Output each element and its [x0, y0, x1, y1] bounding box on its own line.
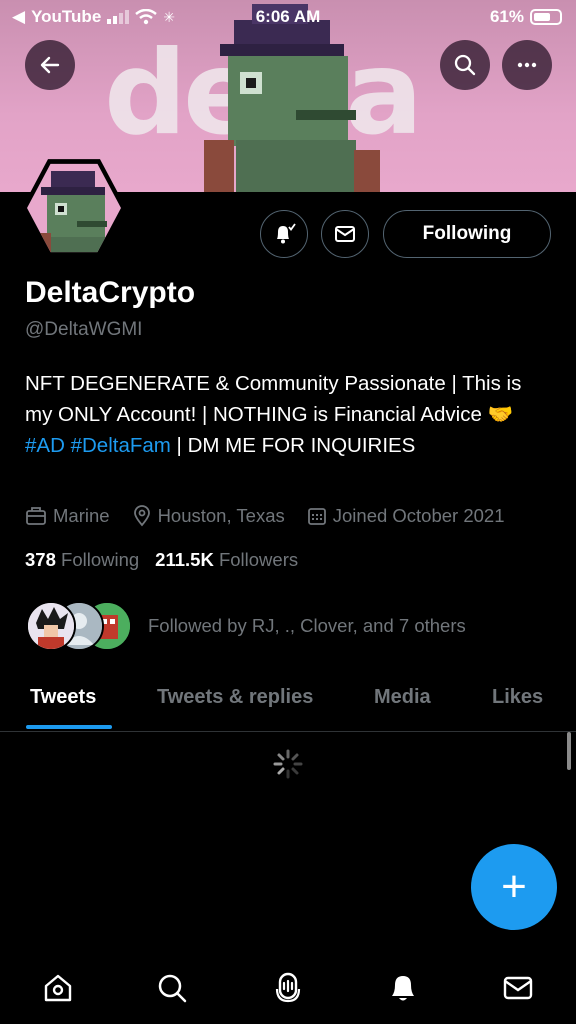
battery-icon — [530, 9, 562, 25]
tab-media[interactable]: Media — [374, 686, 431, 709]
bell-icon — [392, 976, 414, 1001]
envelope-icon — [503, 976, 533, 1000]
more-options-button[interactable] — [502, 40, 552, 90]
back-button[interactable] — [25, 40, 75, 90]
notifications-subscribe-button[interactable] — [260, 210, 308, 258]
search-icon — [158, 974, 187, 1003]
profile-meta: Marine Houston, Texas Joined October 202… — [25, 505, 527, 527]
compose-tweet-button[interactable]: + — [471, 844, 557, 930]
bell-check-icon — [277, 223, 296, 244]
loading-spinner-icon — [273, 749, 303, 779]
more-dots-icon — [517, 62, 537, 68]
avatar-image — [35, 171, 107, 253]
message-button[interactable] — [321, 210, 369, 258]
nav-search[interactable] — [154, 970, 190, 1006]
search-icon — [454, 54, 476, 76]
plus-icon: + — [501, 862, 527, 911]
following-count-link[interactable]: 378 Following — [25, 549, 139, 571]
followed-by-row[interactable]: Followed by RJ, ., Clover, and 7 others — [26, 601, 466, 651]
nav-home[interactable] — [40, 970, 76, 1006]
handle: @DeltaWGMI — [25, 319, 143, 340]
nav-spaces[interactable] — [270, 970, 306, 1006]
nav-messages[interactable] — [500, 970, 536, 1006]
tab-tweets-and-replies[interactable]: Tweets & replies — [157, 686, 313, 709]
bottom-navigation — [0, 950, 576, 1024]
hashtag-ad[interactable]: #AD — [25, 434, 65, 457]
bio-text-end: | DM ME FOR INQUIRIES — [170, 434, 416, 457]
scrollbar[interactable] — [567, 732, 571, 770]
work-text: Marine — [53, 505, 110, 526]
display-name: DeltaCrypto — [25, 276, 196, 309]
arrow-left-icon — [40, 56, 60, 74]
tab-tweets[interactable]: Tweets — [30, 686, 96, 709]
battery-percent: 61% — [489, 7, 524, 26]
briefcase-icon — [26, 507, 46, 525]
profile-tabs: Tweets Tweets & replies Media Likes — [0, 670, 576, 732]
location-text: Houston, Texas — [157, 505, 285, 526]
joined-text: Joined October 2021 — [332, 505, 505, 526]
follower-avatar-image — [28, 603, 74, 649]
followed-by-text: Followed by RJ, ., Clover, and 7 others — [148, 615, 466, 636]
followers-count-link[interactable]: 211.5K Followers — [155, 549, 298, 571]
nav-notifications[interactable] — [385, 970, 421, 1006]
handshake-emoji: 🤝 — [487, 403, 514, 426]
follow-counts: 378 Following 211.5K Followers — [25, 549, 298, 571]
active-tab-indicator — [26, 725, 112, 729]
bio: NFT DEGENERATE & Community Passionate | … — [25, 368, 535, 461]
following-button[interactable]: Following — [383, 210, 551, 258]
search-button[interactable] — [440, 40, 490, 90]
calendar-icon — [307, 508, 326, 525]
envelope-icon — [335, 226, 355, 242]
spaces-microphone-icon — [275, 972, 301, 1003]
bio-text: NFT DEGENERATE & Community Passionate | … — [25, 372, 522, 426]
hashtag-deltafam[interactable]: #DeltaFam — [71, 434, 171, 457]
tab-likes[interactable]: Likes — [492, 686, 543, 709]
follower-avatar — [26, 601, 76, 651]
status-bar: ◀ YouTube ✳ 6:06 AM 61% — [0, 0, 576, 34]
home-icon — [44, 974, 72, 1002]
location-pin-icon — [133, 505, 150, 527]
